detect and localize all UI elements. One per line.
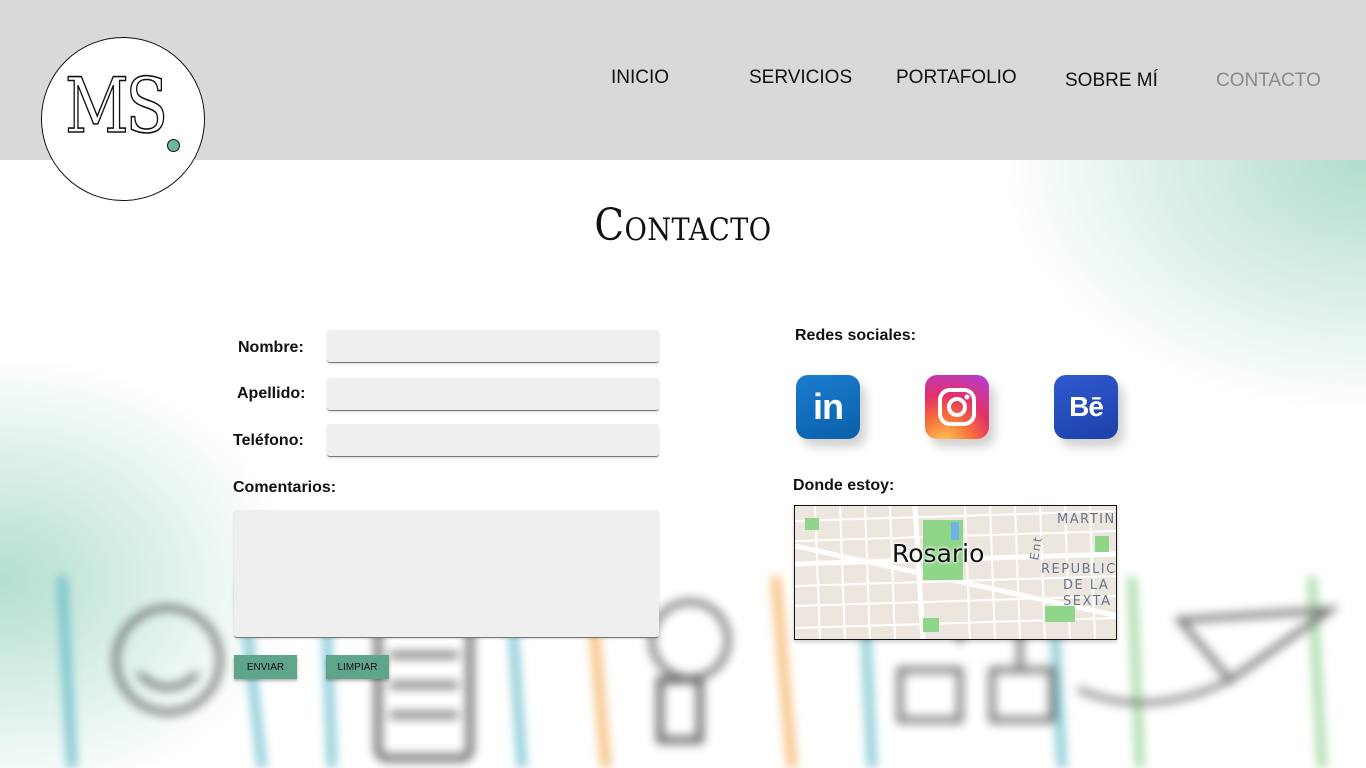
enviar-button[interactable]: ENVIAR (234, 655, 297, 679)
nav-item-portafolio[interactable]: PORTAFOLIO (896, 67, 1017, 89)
map-area-label-1: REPUBLIC (1041, 562, 1117, 577)
limpiar-button[interactable]: LIMPIAR (326, 655, 389, 679)
behance-icon[interactable]: Bē (1054, 375, 1118, 439)
linkedin-glyph: in (813, 386, 844, 427)
apellido-field[interactable] (327, 378, 659, 411)
apellido-label: Apellido: (237, 385, 306, 402)
background-doodles (57, 575, 1341, 768)
nombre-field[interactable] (327, 330, 659, 363)
logo-text: MS (64, 61, 169, 150)
telefono-label: Teléfono: (233, 432, 304, 449)
page-title: Contacto (594, 200, 772, 251)
map-area-label-2: DE LA (1063, 578, 1110, 593)
site-logo[interactable]: MS (41, 37, 205, 201)
instagram-icon[interactable] (925, 375, 989, 439)
comentarios-label: Comentarios: (233, 479, 337, 496)
map-city-label: Rosario (892, 539, 985, 568)
redes-sociales-heading: Redes sociales: (795, 327, 916, 344)
background-illustration (0, 160, 1366, 768)
map-area-label-3: SEXTA (1063, 594, 1112, 609)
map-district-label: MARTIN (1057, 512, 1116, 527)
instagram-glyph (938, 388, 976, 426)
nav-item-inicio[interactable]: INICIO (611, 67, 669, 89)
telefono-field[interactable] (327, 424, 659, 457)
donde-estoy-heading: Donde estoy: (793, 477, 895, 494)
nav-item-servicios[interactable]: SERVICIOS (749, 67, 852, 89)
nombre-label: Nombre: (238, 339, 304, 356)
nav-item-sobre-mi[interactable]: SOBRE MÍ (1065, 70, 1158, 92)
location-map[interactable]: Rosario MARTIN Ent REPUBLIC DE LA SEXTA (794, 505, 1117, 640)
logo-dot-icon (167, 139, 180, 152)
site-header: INICIO SERVICIOS PORTAFOLIO SOBRE MÍ CON… (0, 0, 1366, 160)
linkedin-icon[interactable]: in (796, 375, 860, 439)
nav-item-contacto[interactable]: CONTACTO (1216, 70, 1321, 92)
comentarios-textarea[interactable] (234, 510, 659, 638)
behance-glyph: Bē (1069, 391, 1104, 422)
